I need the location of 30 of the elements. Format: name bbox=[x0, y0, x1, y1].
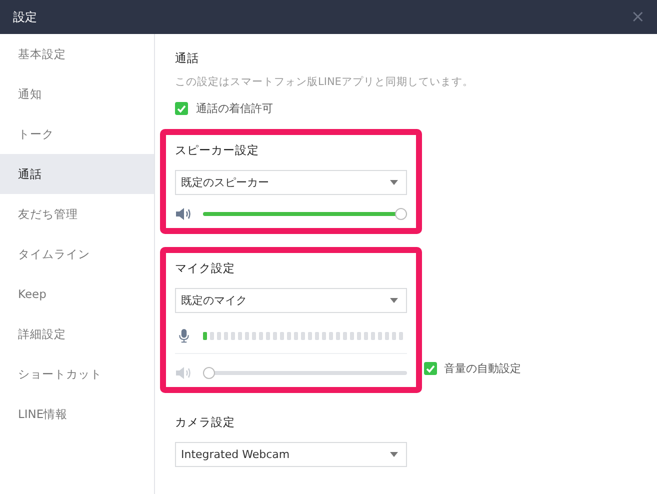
mic-dropdown[interactable]: 既定のマイク bbox=[175, 288, 407, 313]
sidebar-item[interactable]: トーク bbox=[0, 114, 154, 154]
checkbox[interactable] bbox=[175, 102, 188, 115]
speaker-dropdown[interactable]: 既定のスピーカー bbox=[175, 170, 407, 195]
sidebar-item[interactable]: 通知 bbox=[0, 74, 154, 114]
caret-icon bbox=[390, 298, 398, 303]
section-heading: スピーカー設定 bbox=[175, 143, 260, 158]
window-title: 設定 bbox=[13, 8, 37, 26]
sidebar-item[interactable]: Keep bbox=[0, 274, 154, 314]
sidebar-item[interactable]: LINE情報 bbox=[0, 394, 154, 434]
slider-thumb[interactable] bbox=[395, 208, 407, 220]
caret-icon bbox=[390, 180, 398, 185]
section-heading: 通話 bbox=[175, 51, 199, 66]
sidebar-item[interactable]: 友だち管理 bbox=[0, 194, 154, 234]
section-heading: マイク設定 bbox=[175, 261, 236, 276]
close-button[interactable]: × bbox=[628, 8, 647, 26]
section-heading: カメラ設定 bbox=[175, 415, 235, 430]
checkbox-label: 通話の着信許可 bbox=[196, 101, 273, 116]
sidebar-item[interactable]: 基本設定 bbox=[0, 34, 154, 74]
sidebar-item[interactable]: タイムライン bbox=[0, 234, 154, 274]
section-description: この設定はスマートフォン版LINEアプリと同期しています。 bbox=[175, 75, 474, 89]
checkbox-label: 音量の自動設定 bbox=[444, 361, 521, 376]
checkbox[interactable] bbox=[424, 362, 437, 375]
sidebar-item[interactable]: ショートカット bbox=[0, 354, 154, 394]
volume-slider[interactable] bbox=[203, 208, 407, 220]
camera-dropdown[interactable]: Integrated Webcam bbox=[175, 442, 407, 467]
sidebar-item[interactable]: 詳細設定 bbox=[0, 314, 154, 354]
sidebar-item[interactable]: 通話 bbox=[0, 154, 154, 194]
volume-slider[interactable] bbox=[203, 367, 407, 379]
caret-icon bbox=[390, 452, 398, 457]
